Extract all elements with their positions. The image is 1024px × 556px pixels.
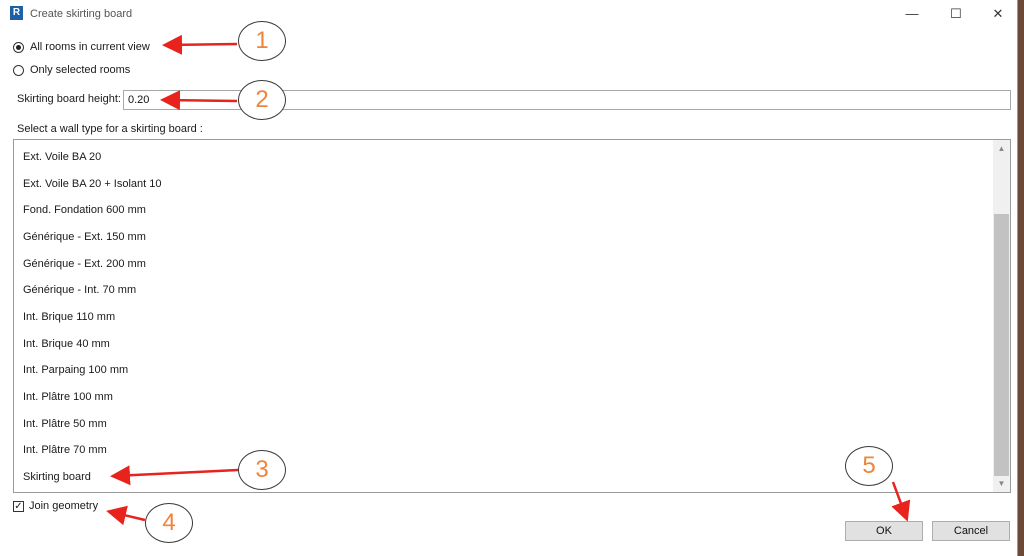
arrow-1-icon — [162, 34, 238, 55]
arrow-4-icon — [106, 505, 146, 526]
callout-4: 4 — [145, 503, 193, 543]
callout-5: 5 — [845, 446, 893, 486]
arrow-2-icon — [160, 90, 238, 111]
arrow-3-icon — [110, 465, 239, 486]
callout-1: 1 — [238, 21, 286, 61]
callout-3: 3 — [238, 450, 286, 490]
callout-2: 2 — [238, 80, 286, 120]
arrow-5-icon — [891, 481, 911, 522]
